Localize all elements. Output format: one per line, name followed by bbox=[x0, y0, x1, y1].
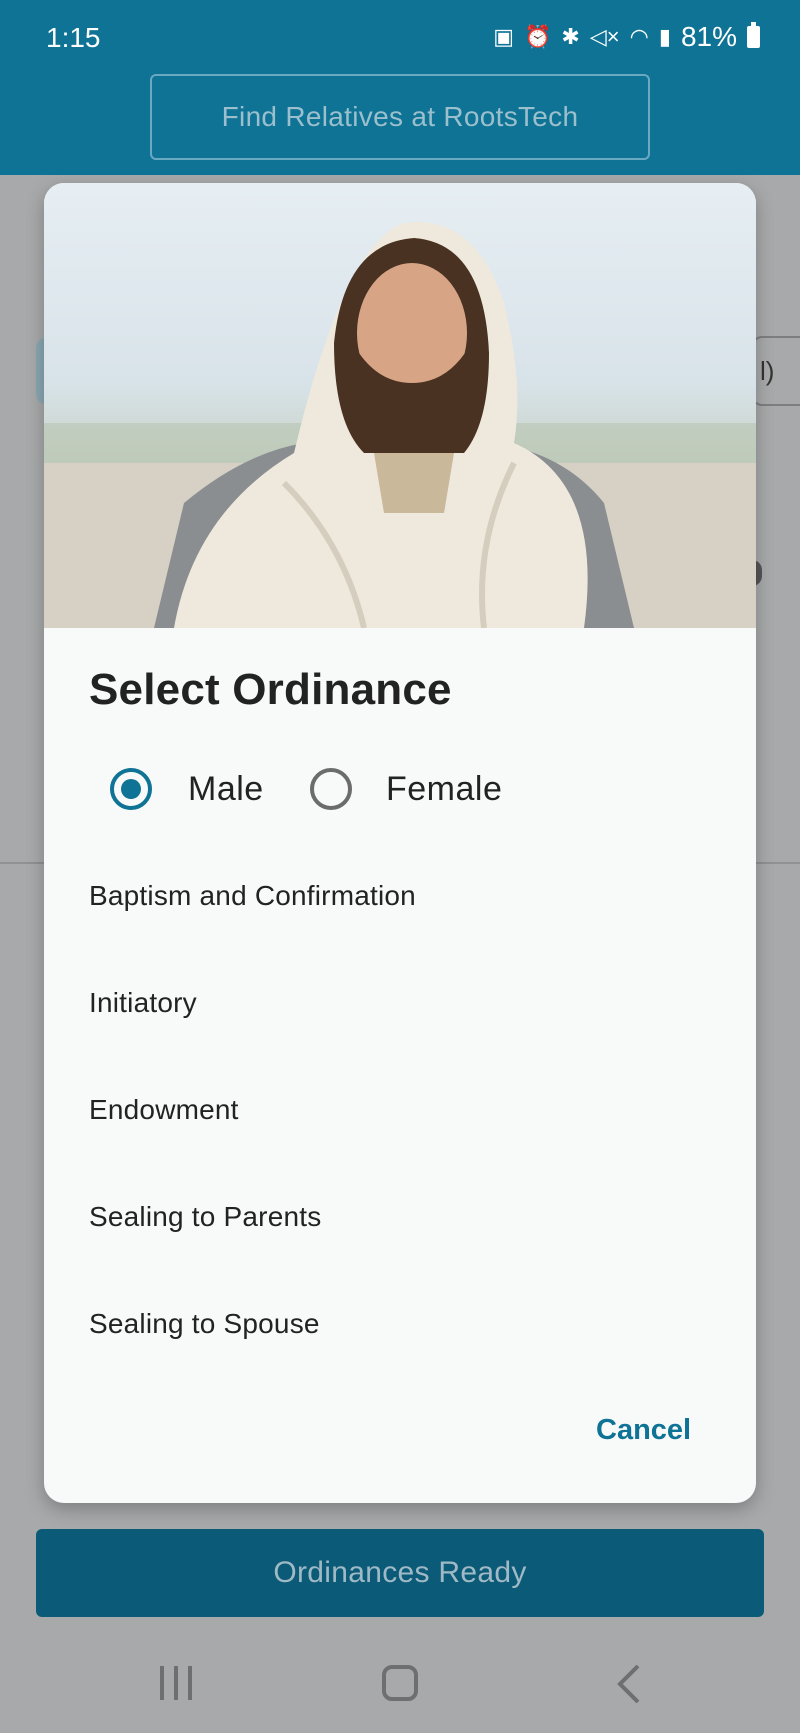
select-ordinance-dialog: Select Ordinance bbox=[44, 183, 756, 1503]
male-label[interactable]: Male bbox=[188, 770, 264, 809]
recents-icon[interactable] bbox=[160, 1666, 194, 1700]
battery-saver-icon: ▣ bbox=[493, 24, 515, 49]
ordinance-sealing-parents[interactable]: Sealing to Parents bbox=[89, 1201, 321, 1233]
hero-illustration bbox=[44, 222, 756, 628]
status-icons: ▣ ⏰ ✱ ◁× ◠ ▮ 81% bbox=[493, 22, 760, 52]
female-label[interactable]: Female bbox=[386, 770, 502, 809]
background-filter-pill: l) bbox=[752, 336, 800, 406]
system-nav-bar bbox=[0, 1640, 800, 1733]
ordinance-baptism[interactable]: Baptism and Confirmation bbox=[89, 880, 416, 912]
ordinances-ready-button[interactable]: Ordinances Ready bbox=[36, 1529, 764, 1617]
wifi-icon: ◠ bbox=[629, 24, 649, 49]
mute-icon: ◁× bbox=[589, 24, 620, 49]
status-time: 1:15 bbox=[46, 22, 101, 53]
battery-percent: 81% bbox=[680, 21, 737, 52]
bluetooth-icon: ✱ bbox=[561, 24, 580, 49]
ordinance-sealing-spouse[interactable]: Sealing to Spouse bbox=[89, 1308, 320, 1340]
status-bar: 1:15 ▣ ⏰ ✱ ◁× ◠ ▮ 81% bbox=[0, 0, 800, 72]
back-icon[interactable] bbox=[614, 1662, 644, 1706]
find-relatives-button[interactable]: Find Relatives at RootsTech bbox=[150, 74, 650, 160]
ordinance-endowment[interactable]: Endowment bbox=[89, 1094, 239, 1126]
hero-image bbox=[44, 183, 756, 628]
home-icon[interactable] bbox=[382, 1665, 418, 1701]
app-header: 1:15 ▣ ⏰ ✱ ◁× ◠ ▮ 81% Find Relatives at … bbox=[0, 0, 800, 175]
signal-icon: ▮ bbox=[658, 24, 671, 49]
male-radio[interactable] bbox=[110, 768, 152, 810]
ordinance-initiatory[interactable]: Initiatory bbox=[89, 987, 197, 1019]
female-radio[interactable] bbox=[310, 768, 352, 810]
dialog-title: Select Ordinance bbox=[89, 665, 452, 714]
cancel-button[interactable]: Cancel bbox=[596, 1414, 691, 1447]
battery-icon bbox=[747, 22, 760, 48]
alarm-icon: ⏰ bbox=[524, 24, 552, 49]
